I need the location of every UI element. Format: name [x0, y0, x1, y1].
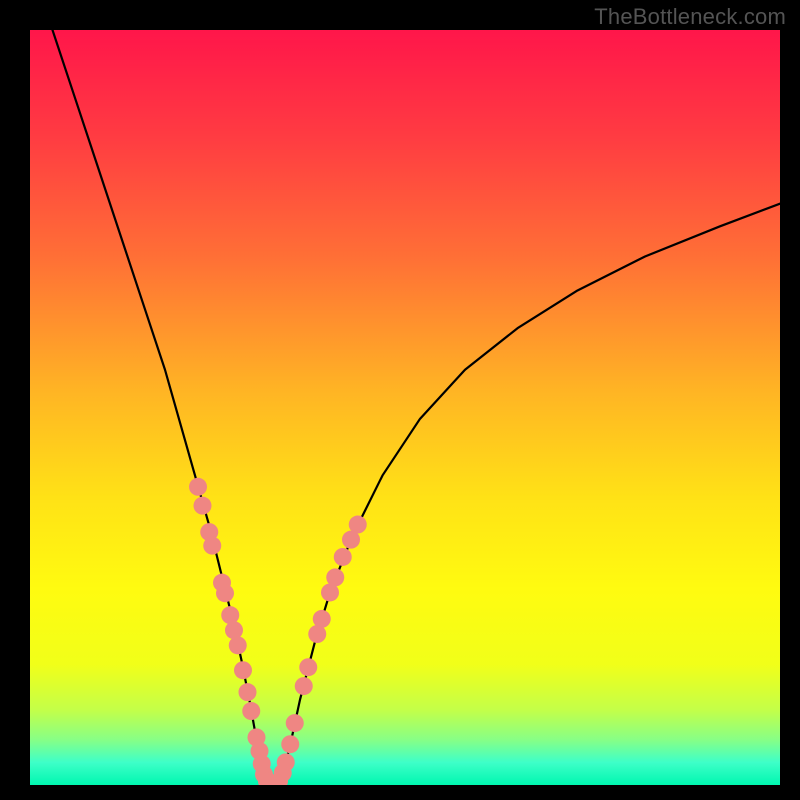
data-point	[221, 606, 239, 624]
data-point	[242, 702, 260, 720]
data-point	[326, 568, 344, 586]
chart-frame: TheBottleneck.com	[0, 0, 800, 800]
data-point	[203, 537, 221, 555]
data-point	[189, 478, 207, 496]
data-point	[216, 584, 234, 602]
data-point	[229, 636, 247, 654]
data-point	[334, 548, 352, 566]
data-point	[313, 610, 331, 628]
data-point	[194, 497, 212, 515]
data-point	[239, 683, 257, 701]
data-point	[299, 658, 317, 676]
data-point	[281, 735, 299, 753]
data-point	[277, 753, 295, 771]
plot-area	[30, 30, 780, 785]
watermark-text: TheBottleneck.com	[594, 4, 786, 30]
bottleneck-curve	[53, 30, 781, 783]
data-point	[225, 621, 243, 639]
data-point	[234, 661, 252, 679]
data-point	[286, 714, 304, 732]
data-point	[349, 516, 367, 534]
chart-svg	[30, 30, 780, 785]
data-point	[295, 677, 313, 695]
